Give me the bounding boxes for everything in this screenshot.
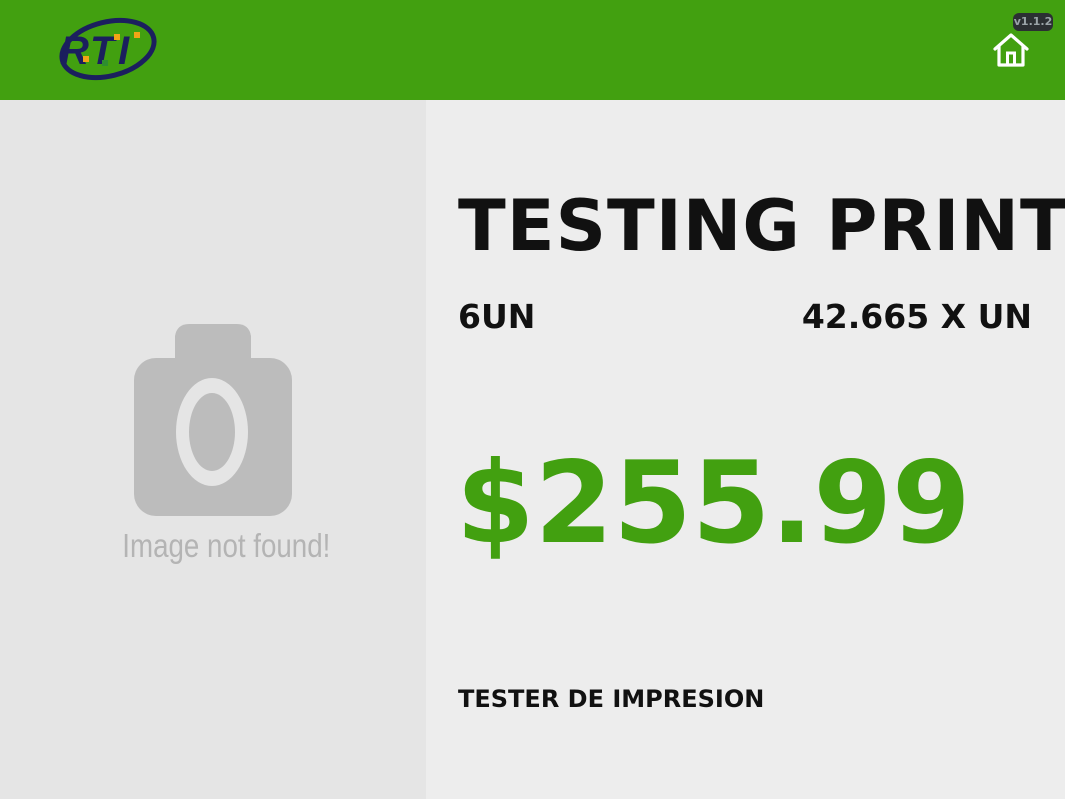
product-description: TESTER DE IMPRESION: [458, 685, 765, 713]
rti-logo: R T I: [56, 12, 160, 86]
image-not-found-label: Image not found!: [122, 527, 331, 564]
product-unit-price: 42.665 X UN: [801, 297, 1032, 336]
home-button[interactable]: [990, 29, 1032, 71]
product-quantity: 6UN: [458, 297, 536, 336]
product-title: TESTING PRINT: [458, 185, 1065, 267]
product-price: $255.99: [456, 437, 971, 569]
product-image-panel: Image not found!: [0, 100, 426, 799]
svg-text:T: T: [90, 29, 118, 73]
home-icon: [993, 33, 1029, 67]
image-placeholder: Image not found!: [105, 322, 331, 582]
svg-text:R: R: [60, 29, 89, 73]
camera-icon: [134, 324, 292, 516]
header-bar: R T I v1.1.2: [0, 0, 1065, 100]
product-info-panel: TESTING PRINT 6UN 42.665 X UN $255.99 TE…: [426, 100, 1065, 799]
